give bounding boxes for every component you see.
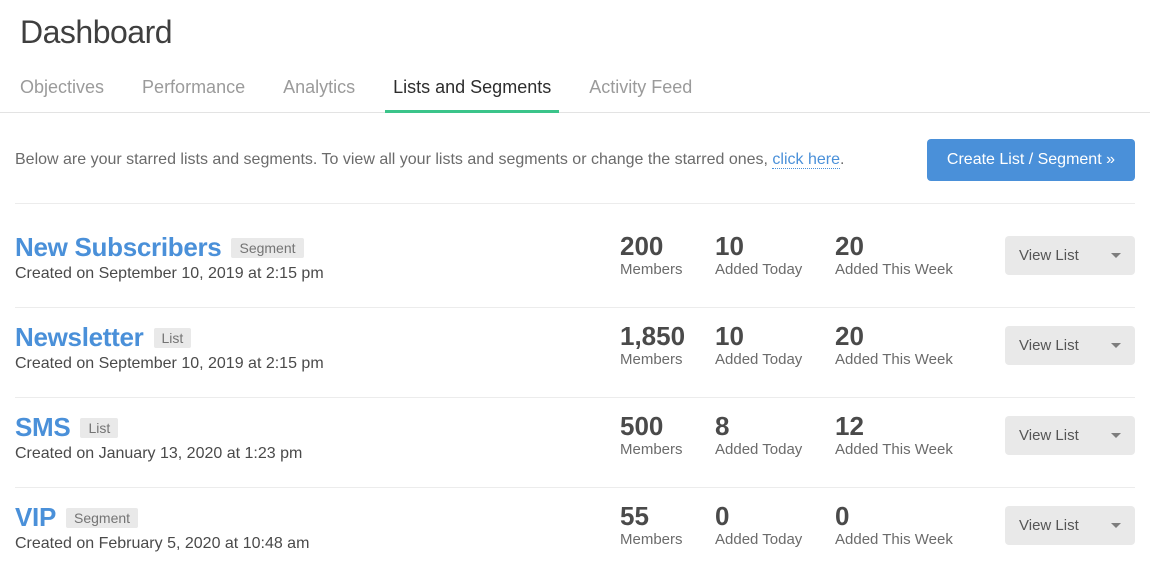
list-row: New Subscribers Segment Created on Septe… <box>15 218 1135 308</box>
added-week-count: 12 <box>835 412 990 441</box>
chevron-down-icon <box>1111 343 1121 348</box>
added-today-label: Added Today <box>715 261 835 278</box>
list-row: SMS List Created on January 13, 2020 at … <box>15 398 1135 488</box>
chevron-down-icon <box>1111 253 1121 258</box>
members-label: Members <box>620 261 715 278</box>
added-week-label: Added This Week <box>835 441 990 458</box>
view-list-label: View List <box>1019 427 1079 444</box>
view-list-label: View List <box>1019 517 1079 534</box>
intro-before: Below are your starred lists and segment… <box>15 151 772 168</box>
item-created: Created on September 10, 2019 at 2:15 pm <box>15 265 620 283</box>
added-week-count: 0 <box>835 502 990 531</box>
added-today-label: Added Today <box>715 531 835 548</box>
view-list-button[interactable]: View List <box>1005 236 1135 275</box>
tabs: Objectives Performance Analytics Lists a… <box>0 69 1150 113</box>
members-count: 500 <box>620 412 715 441</box>
intro-row: Below are your starred lists and segment… <box>15 139 1135 204</box>
list-row: Newsletter List Created on September 10,… <box>15 308 1135 398</box>
create-list-segment-button[interactable]: Create List / Segment » <box>927 139 1135 181</box>
added-week-label: Added This Week <box>835 261 990 278</box>
tab-performance[interactable]: Performance <box>142 69 245 112</box>
members-count: 1,850 <box>620 322 715 351</box>
added-today-count: 10 <box>715 322 835 351</box>
intro-after: . <box>840 151 844 168</box>
members-label: Members <box>620 441 715 458</box>
tab-activity-feed[interactable]: Activity Feed <box>589 69 692 112</box>
chevron-down-icon <box>1111 523 1121 528</box>
view-list-button[interactable]: View List <box>1005 416 1135 455</box>
item-type-badge: List <box>80 418 118 438</box>
item-type-badge: Segment <box>66 508 138 528</box>
item-type-badge: Segment <box>231 238 303 258</box>
item-name[interactable]: SMS <box>15 412 70 443</box>
tab-objectives[interactable]: Objectives <box>20 69 104 112</box>
item-name[interactable]: VIP <box>15 502 56 533</box>
item-name[interactable]: New Subscribers <box>15 232 221 263</box>
members-label: Members <box>620 531 715 548</box>
view-list-label: View List <box>1019 247 1079 264</box>
tab-analytics[interactable]: Analytics <box>283 69 355 112</box>
view-list-button[interactable]: View List <box>1005 326 1135 365</box>
added-today-label: Added Today <box>715 441 835 458</box>
item-created: Created on January 13, 2020 at 1:23 pm <box>15 445 620 463</box>
added-week-label: Added This Week <box>835 351 990 368</box>
item-created: Created on February 5, 2020 at 10:48 am <box>15 535 620 553</box>
added-today-count: 0 <box>715 502 835 531</box>
item-name[interactable]: Newsletter <box>15 322 144 353</box>
intro-text: Below are your starred lists and segment… <box>15 151 844 169</box>
members-count: 55 <box>620 502 715 531</box>
added-week-count: 20 <box>835 232 990 261</box>
added-week-label: Added This Week <box>835 531 990 548</box>
rows: New Subscribers Segment Created on Septe… <box>15 218 1135 577</box>
members-count: 200 <box>620 232 715 261</box>
item-type-badge: List <box>154 328 192 348</box>
added-today-count: 8 <box>715 412 835 441</box>
list-row: VIP Segment Created on February 5, 2020 … <box>15 488 1135 577</box>
tab-lists-and-segments[interactable]: Lists and Segments <box>393 69 551 112</box>
intro-link[interactable]: click here <box>772 151 840 169</box>
added-today-label: Added Today <box>715 351 835 368</box>
item-created: Created on September 10, 2019 at 2:15 pm <box>15 355 620 373</box>
added-week-count: 20 <box>835 322 990 351</box>
page-title: Dashboard <box>20 14 1130 51</box>
added-today-count: 10 <box>715 232 835 261</box>
view-list-button[interactable]: View List <box>1005 506 1135 545</box>
view-list-label: View List <box>1019 337 1079 354</box>
members-label: Members <box>620 351 715 368</box>
chevron-down-icon <box>1111 433 1121 438</box>
